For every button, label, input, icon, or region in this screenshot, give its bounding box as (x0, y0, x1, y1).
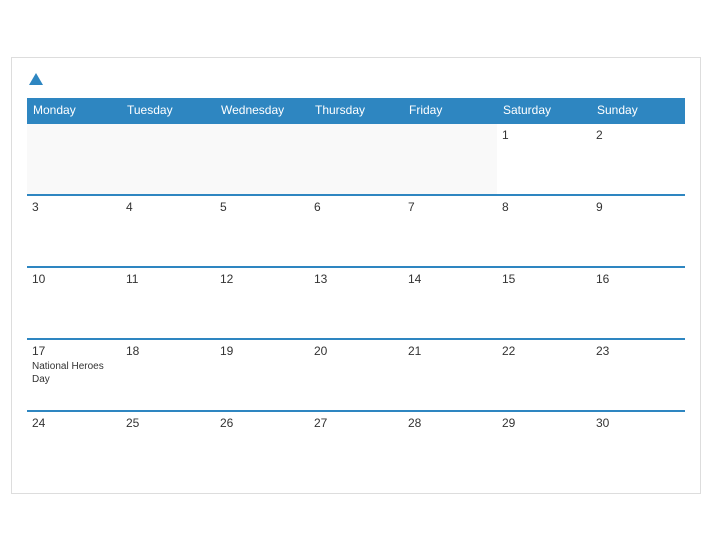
day-cell: 27 (309, 411, 403, 483)
day-number: 16 (596, 272, 680, 286)
day-cell (309, 123, 403, 195)
calendar-wrapper: MondayTuesdayWednesdayThursdayFridaySatu… (11, 57, 701, 494)
weekday-header-thursday: Thursday (309, 98, 403, 123)
day-cell (403, 123, 497, 195)
day-number: 12 (220, 272, 304, 286)
day-number: 20 (314, 344, 398, 358)
day-cell: 15 (497, 267, 591, 339)
day-cell: 10 (27, 267, 121, 339)
day-number: 9 (596, 200, 680, 214)
day-cell: 9 (591, 195, 685, 267)
day-cell: 3 (27, 195, 121, 267)
day-cell: 17 National Heroes Day (27, 339, 121, 411)
day-cell: 4 (121, 195, 215, 267)
event-label: National Heroes Day (32, 360, 116, 386)
day-cell: 8 (497, 195, 591, 267)
day-cell: 24 (27, 411, 121, 483)
day-cell (215, 123, 309, 195)
weekday-header-monday: Monday (27, 98, 121, 123)
day-number: 29 (502, 416, 586, 430)
day-number: 21 (408, 344, 492, 358)
day-number: 30 (596, 416, 680, 430)
day-cell (27, 123, 121, 195)
day-number: 10 (32, 272, 116, 286)
day-cell: 2 (591, 123, 685, 195)
day-number: 7 (408, 200, 492, 214)
day-cell: 18 (121, 339, 215, 411)
day-cell: 11 (121, 267, 215, 339)
day-cell: 23 (591, 339, 685, 411)
weekday-header-friday: Friday (403, 98, 497, 123)
day-number: 26 (220, 416, 304, 430)
day-number: 6 (314, 200, 398, 214)
day-number: 25 (126, 416, 210, 430)
weekday-header-saturday: Saturday (497, 98, 591, 123)
week-row-5: 24 25 26 27 28 29 30 (27, 411, 685, 483)
day-cell: 28 (403, 411, 497, 483)
day-number: 2 (596, 128, 680, 142)
weekday-header-row: MondayTuesdayWednesdayThursdayFridaySatu… (27, 98, 685, 123)
day-number: 3 (32, 200, 116, 214)
day-cell: 13 (309, 267, 403, 339)
day-number: 14 (408, 272, 492, 286)
day-number: 18 (126, 344, 210, 358)
day-cell: 7 (403, 195, 497, 267)
logo-triangle-icon (29, 73, 43, 85)
day-cell: 26 (215, 411, 309, 483)
day-number: 28 (408, 416, 492, 430)
day-number: 17 (32, 344, 116, 358)
day-number: 4 (126, 200, 210, 214)
day-cell: 12 (215, 267, 309, 339)
day-number: 13 (314, 272, 398, 286)
day-cell: 1 (497, 123, 591, 195)
logo (27, 73, 45, 86)
weekday-header-tuesday: Tuesday (121, 98, 215, 123)
day-number: 1 (502, 128, 586, 142)
day-number: 27 (314, 416, 398, 430)
day-cell: 30 (591, 411, 685, 483)
week-row-1: 12 (27, 123, 685, 195)
day-cell: 21 (403, 339, 497, 411)
calendar-header (27, 73, 685, 86)
day-number: 11 (126, 272, 210, 286)
week-row-2: 3456789 (27, 195, 685, 267)
week-row-3: 10 11 12 13 14 15 16 (27, 267, 685, 339)
calendar-table: MondayTuesdayWednesdayThursdayFridaySatu… (27, 98, 685, 483)
day-cell: 29 (497, 411, 591, 483)
day-number: 23 (596, 344, 680, 358)
day-cell: 16 (591, 267, 685, 339)
weekday-header-wednesday: Wednesday (215, 98, 309, 123)
day-cell: 19 (215, 339, 309, 411)
day-cell: 5 (215, 195, 309, 267)
day-cell (121, 123, 215, 195)
day-number: 8 (502, 200, 586, 214)
day-number: 15 (502, 272, 586, 286)
day-number: 5 (220, 200, 304, 214)
day-cell: 6 (309, 195, 403, 267)
day-cell: 25 (121, 411, 215, 483)
day-cell: 20 (309, 339, 403, 411)
day-number: 22 (502, 344, 586, 358)
day-number: 24 (32, 416, 116, 430)
day-cell: 14 (403, 267, 497, 339)
weekday-header-sunday: Sunday (591, 98, 685, 123)
day-cell: 22 (497, 339, 591, 411)
day-number: 19 (220, 344, 304, 358)
week-row-4: 17 National Heroes Day 18 19 20 21 22 23 (27, 339, 685, 411)
